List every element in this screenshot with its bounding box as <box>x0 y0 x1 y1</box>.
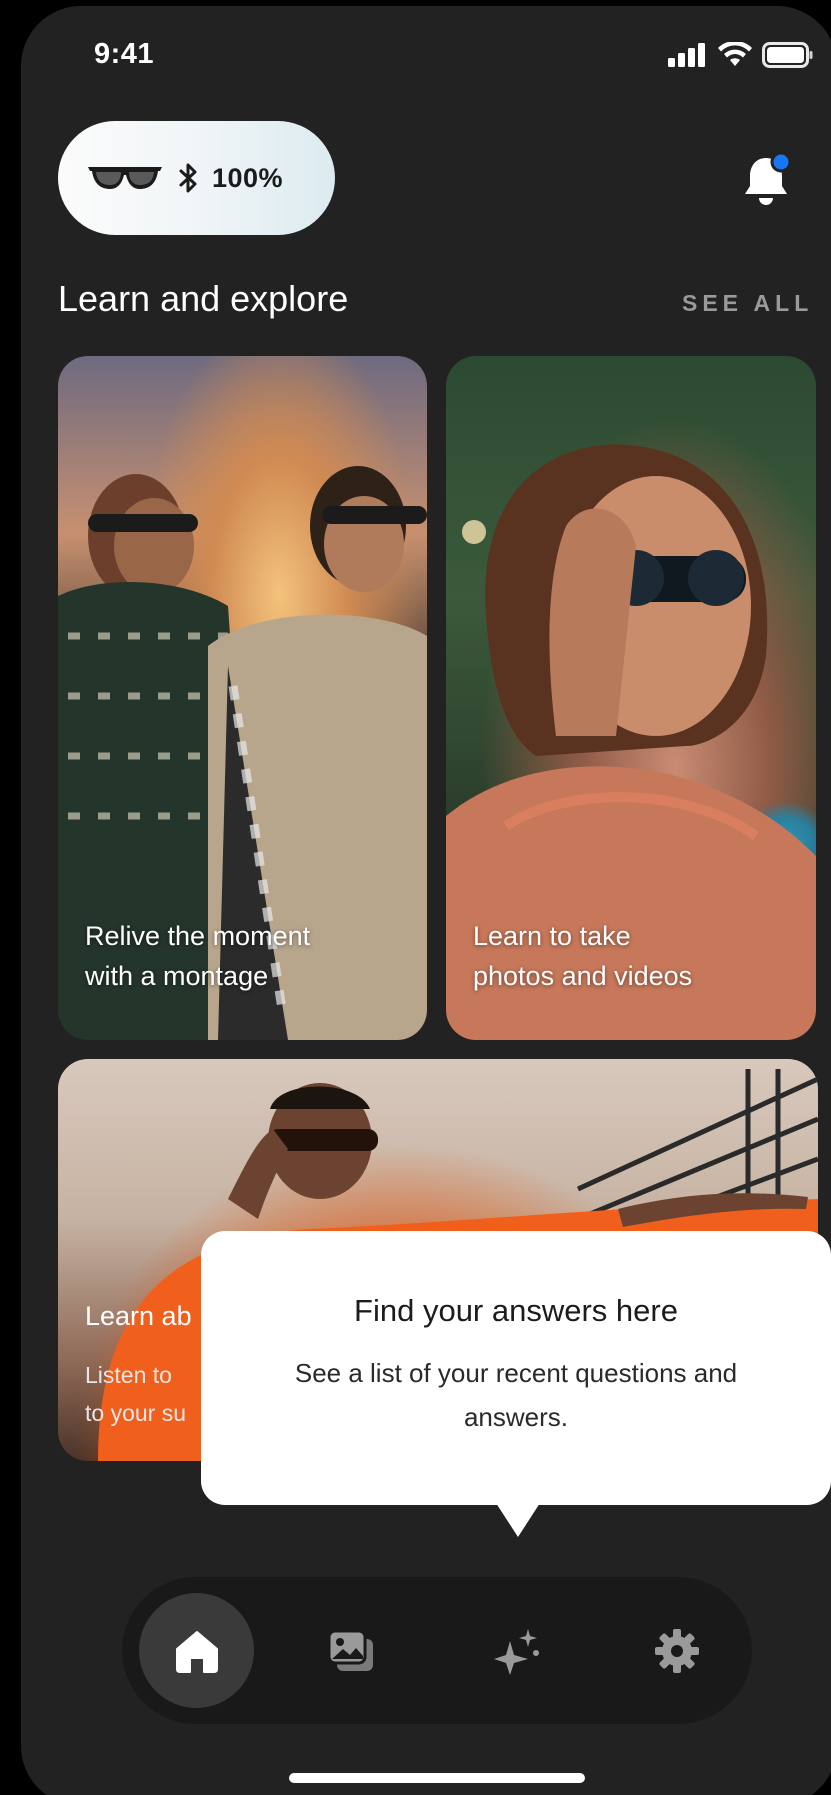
nav-ai[interactable] <box>459 1593 574 1708</box>
see-all-link[interactable]: SEE ALL <box>682 290 813 317</box>
status-time: 9:41 <box>94 38 155 70</box>
sparkle-ai-icon <box>493 1628 539 1675</box>
signal-icon <box>668 43 705 67</box>
status-icons <box>668 42 814 68</box>
gear-icon <box>654 1628 699 1673</box>
card-title: Learn to take photos and videos <box>473 921 693 991</box>
tooltip-title: Find your answers here <box>354 1293 678 1328</box>
nav-settings[interactable] <box>619 1593 734 1708</box>
card-subtitle: Listen to to your su <box>85 1362 186 1426</box>
home-indicator[interactable] <box>289 1773 585 1783</box>
card-title: Relive the moment with a montage <box>85 921 311 991</box>
gallery-icon <box>327 1629 373 1671</box>
home-icon <box>175 1630 218 1673</box>
learn-card-photos-videos[interactable]: Learn to take photos and videos <box>446 356 816 1040</box>
glasses-icon <box>88 167 162 189</box>
tooltip-popover[interactable]: Find your answers here See a list of you… <box>201 1231 831 1505</box>
bottom-navigation <box>122 1577 752 1724</box>
battery-percentage: 100% <box>212 162 284 193</box>
notification-badge <box>770 151 792 173</box>
battery-icon <box>762 42 813 68</box>
bluetooth-icon <box>179 163 197 193</box>
learn-card-montage[interactable]: Relive the moment with a montage <box>58 356 427 1040</box>
nav-gallery[interactable] <box>293 1593 408 1708</box>
wifi-icon <box>718 42 752 66</box>
nav-home[interactable] <box>139 1593 254 1708</box>
tooltip-pointer <box>496 1503 540 1537</box>
card-title: Learn ab <box>85 1301 192 1331</box>
bell-icon <box>745 151 792 205</box>
tooltip-body: See a list of your recent questions and … <box>294 1358 738 1432</box>
notifications-button[interactable] <box>741 151 792 213</box>
device-status-pill[interactable]: 100% <box>58 121 335 235</box>
section-title: Learn and explore <box>58 278 349 319</box>
